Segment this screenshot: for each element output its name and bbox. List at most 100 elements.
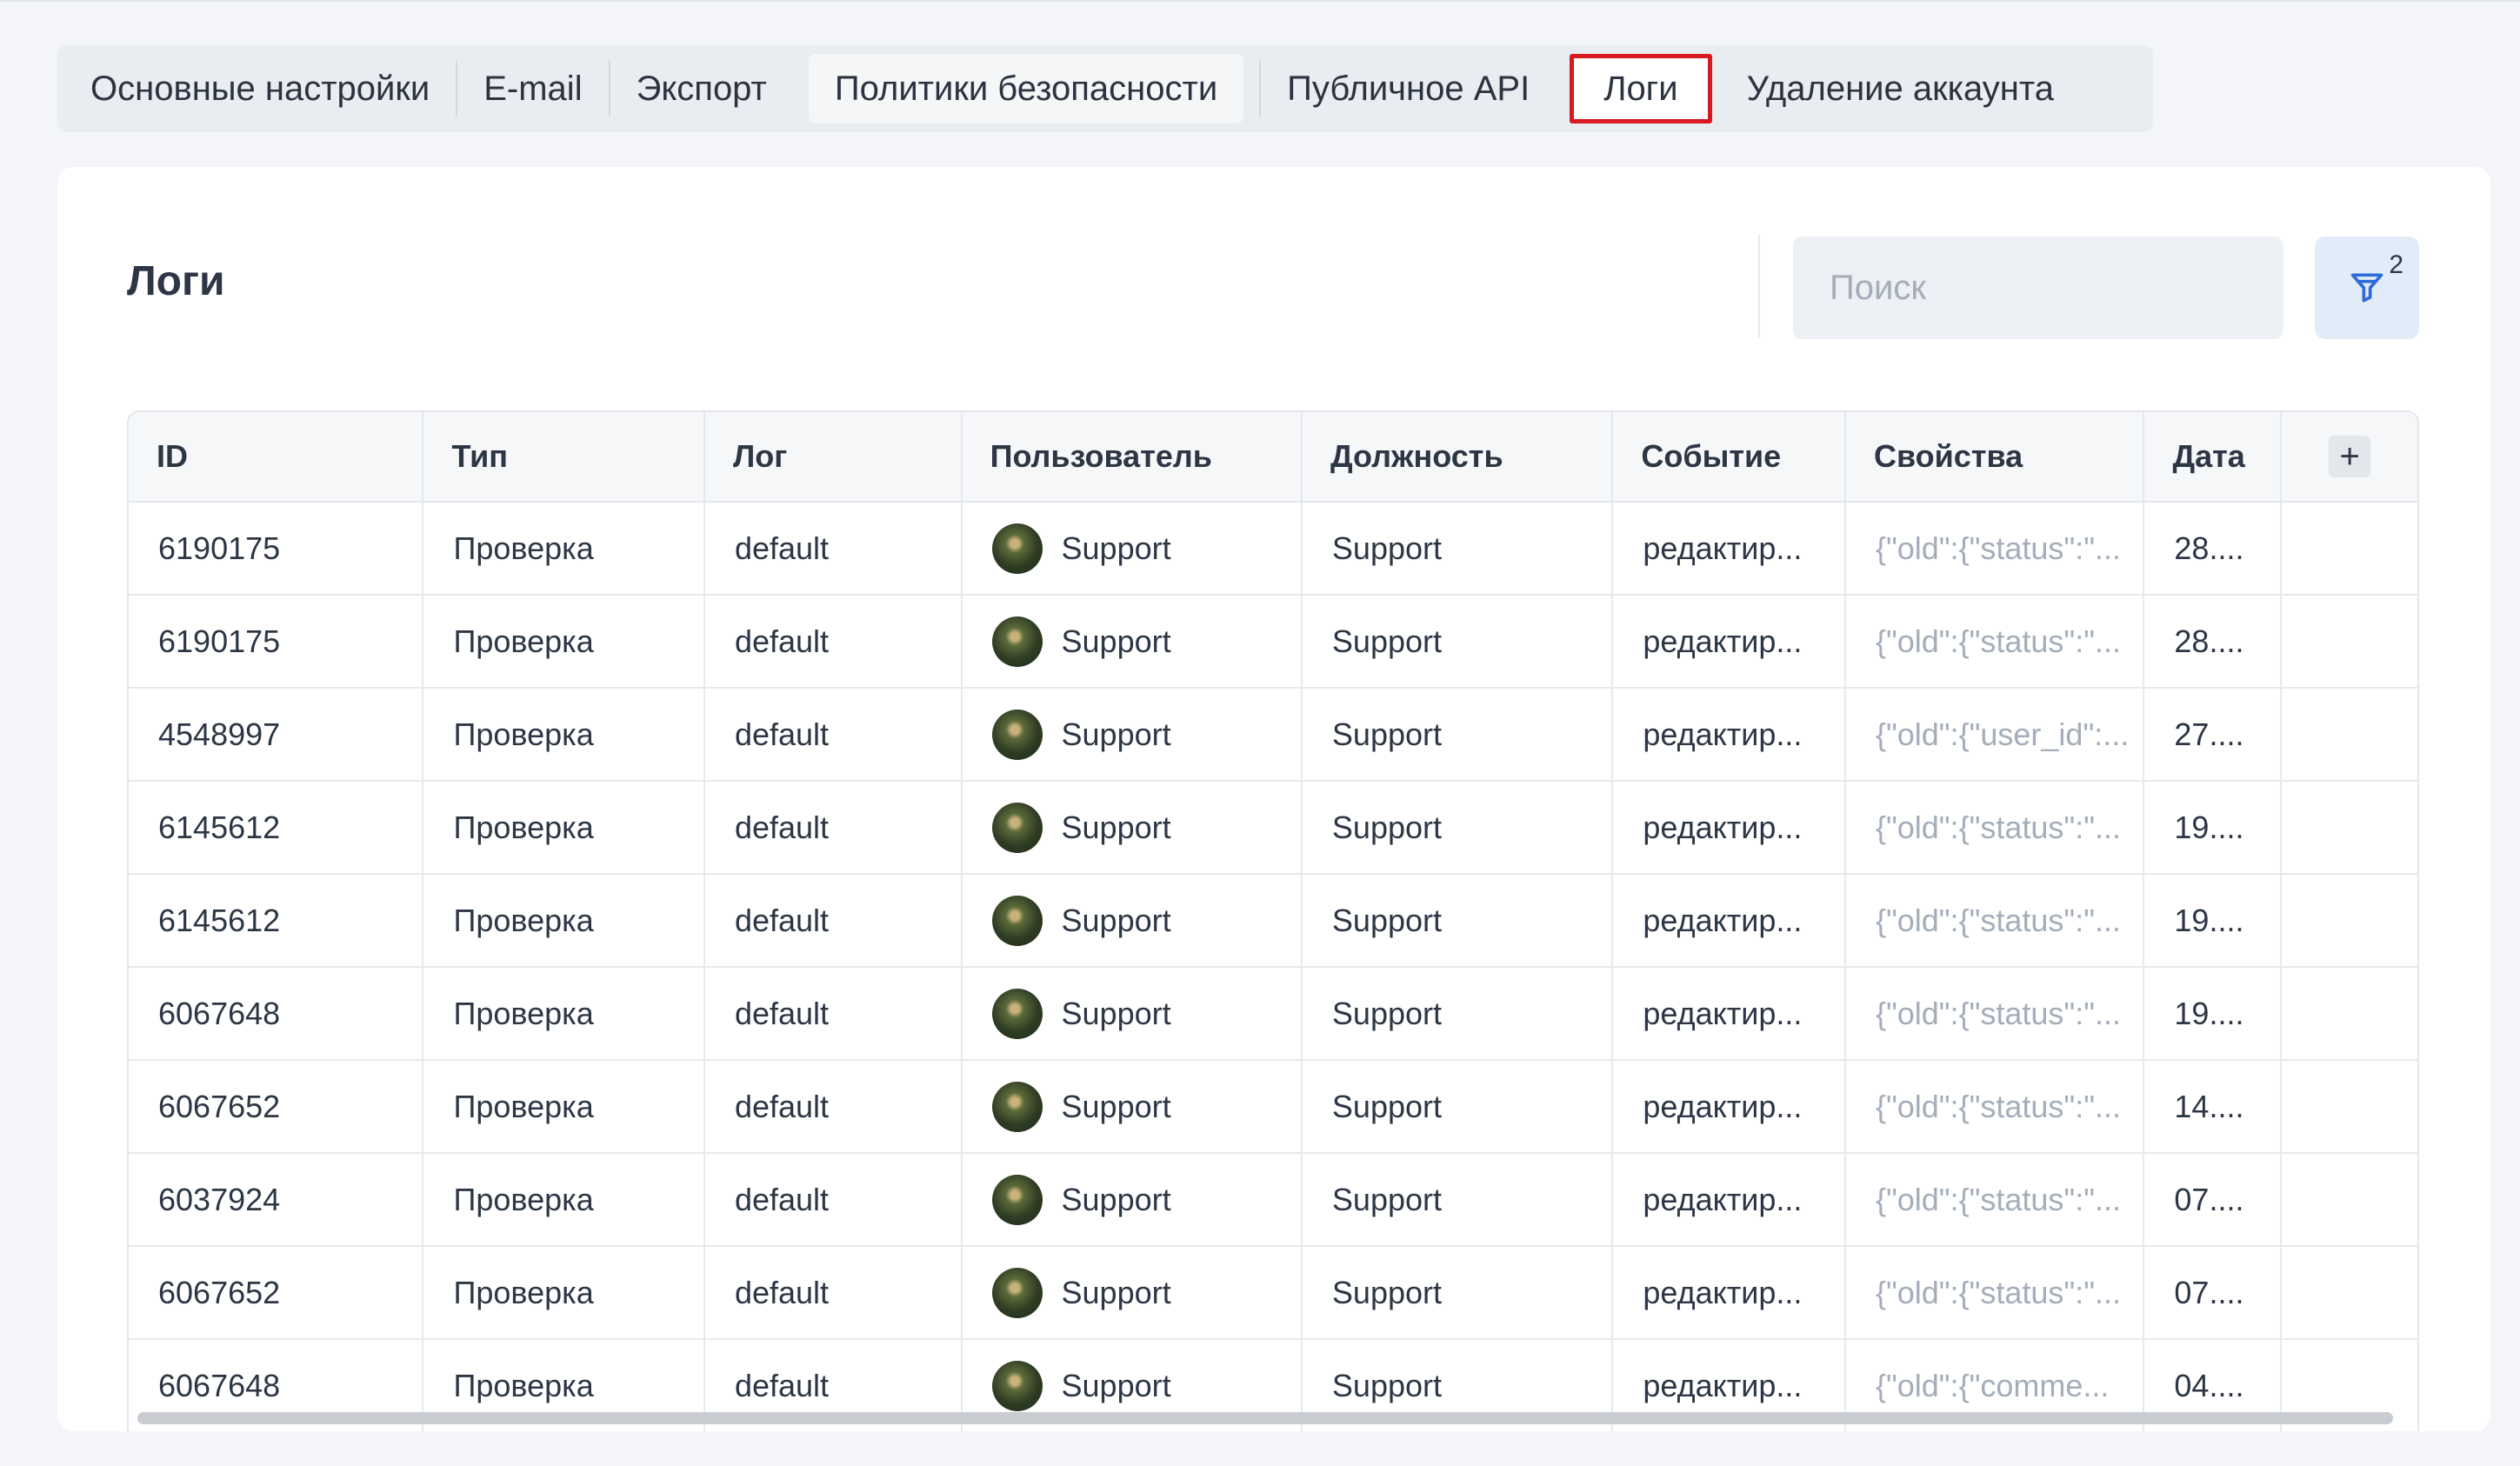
cell-position-text: Support (1331, 1367, 1442, 1403)
cell-position: Support (1303, 596, 1614, 687)
cell-log-text: default (734, 1367, 830, 1403)
cell-type-text: Проверка (453, 1274, 594, 1310)
cell-event-text: редактир... (1643, 995, 1803, 1031)
cell-log: default (705, 1247, 963, 1338)
cell-event-text: редактир... (1643, 716, 1803, 752)
cell-position-text: Support (1331, 716, 1442, 752)
tab-delete-account[interactable]: Удаление аккаунта (1721, 54, 2080, 123)
cell-date-text: 19.... (2174, 995, 2244, 1031)
cell-date-text: 07.... (2174, 1274, 2244, 1310)
cell-log: default (705, 875, 963, 966)
table-row[interactable]: 6145612 Проверка default Support Support реда… (129, 782, 2417, 875)
filter-button[interactable]: 2 (2315, 237, 2419, 339)
column-header-user[interactable]: Пользователь (963, 412, 1303, 501)
cell-user: Support (963, 1247, 1303, 1338)
cell-position-text: Support (1331, 902, 1442, 938)
tab-export[interactable]: Экспорт (610, 54, 793, 123)
cell-id-text: 4548997 (158, 716, 281, 752)
column-header-date[interactable]: Дата (2144, 412, 2283, 501)
logs-table: ID Тип Лог Пользователь Должность Событи… (127, 410, 2419, 1431)
column-header-id[interactable]: ID (129, 412, 424, 501)
cell-position-text: Support (1331, 1181, 1442, 1217)
cell-user-text: Support (1061, 1088, 1171, 1124)
avatar (991, 895, 1043, 946)
cell-properties: {"old":{"user_id":... (1846, 689, 2145, 780)
cell-event: редактир... (1613, 1154, 1846, 1245)
table-row[interactable]: 6145612 Проверка default Support Support реда… (129, 875, 2417, 968)
column-header-position[interactable]: Должность (1303, 412, 1614, 501)
avatar (991, 988, 1043, 1039)
tab-label: Основные настройки (90, 69, 430, 108)
cell-properties: {"old":{"status":"... (1846, 596, 2145, 687)
cell-position: Support (1303, 968, 1614, 1059)
table-row[interactable]: 6067648 Проверка default Support Support реда… (129, 968, 2417, 1061)
column-header-properties[interactable]: Свойства (1846, 412, 2145, 501)
cell-event: редактир... (1613, 1247, 1846, 1338)
cell-id: 6190175 (129, 596, 424, 687)
cell-position-text: Support (1331, 809, 1442, 845)
avatar (991, 1360, 1043, 1411)
add-column-cell: + (2282, 412, 2417, 501)
tab-label: Экспорт (636, 69, 767, 108)
cell-id-text: 6145612 (158, 809, 281, 845)
cell-empty (2282, 689, 2417, 780)
tab-public-api[interactable]: Публичное API (1261, 54, 1556, 123)
tab-label: Удаление аккаунта (1746, 69, 2055, 108)
cell-properties-text: {"old":{"status":"... (1875, 1181, 2121, 1217)
cell-position: Support (1303, 1061, 1614, 1152)
cell-position: Support (1303, 689, 1614, 780)
cell-type: Проверка (423, 596, 705, 687)
cell-type-text: Проверка (453, 1181, 594, 1217)
column-header-log[interactable]: Лог (705, 412, 963, 501)
cell-id: 6190175 (129, 503, 424, 594)
table-row[interactable]: 6067652 Проверка default Support Support реда… (129, 1247, 2417, 1340)
cell-position: Support (1303, 875, 1614, 966)
cell-log: default (705, 1061, 963, 1152)
cell-properties: {"old":{"status":"... (1846, 1061, 2145, 1152)
tab-security-policies[interactable]: Политики безопасности (808, 54, 1244, 123)
cell-id: 6067652 (129, 1061, 424, 1152)
column-header-type[interactable]: Тип (423, 412, 705, 501)
cell-user: Support (963, 782, 1303, 873)
table-row[interactable]: 6190175 Проверка default Support Support реда… (129, 503, 2417, 596)
cell-date: 28.... (2144, 596, 2283, 687)
table-row[interactable]: 6037924 Проверка default Support Support реда… (129, 1154, 2417, 1247)
cell-position-text: Support (1331, 1088, 1442, 1124)
cell-id: 6145612 (129, 782, 424, 873)
cell-user-text: Support (1061, 1274, 1171, 1310)
cell-position-text: Support (1331, 995, 1442, 1031)
add-column-button[interactable]: + (2329, 436, 2371, 477)
table-row[interactable]: 4548997 Проверка default Support Support реда… (129, 689, 2417, 782)
table-row[interactable]: 6190175 Проверка default Support Support реда… (129, 596, 2417, 689)
table-row[interactable]: 6067652 Проверка default Support Support реда… (129, 1061, 2417, 1154)
cell-id: 6145612 (129, 875, 424, 966)
horizontal-scrollbar[interactable] (137, 1412, 2393, 1424)
search-input[interactable] (1793, 237, 2283, 339)
cell-date: 07.... (2144, 1154, 2283, 1245)
cell-log-text: default (734, 902, 830, 938)
cell-log: default (705, 782, 963, 873)
cell-id-text: 6190175 (158, 623, 281, 659)
cell-log-text: default (734, 716, 830, 752)
cell-properties-text: {"old":{"status":"... (1875, 530, 2121, 566)
cell-log-text: default (734, 1274, 830, 1310)
cell-properties-text: {"old":{"status":"... (1875, 1088, 2121, 1124)
cell-user: Support (963, 968, 1303, 1059)
tab-label: E-mail (483, 69, 583, 108)
cell-id: 6067648 (129, 968, 424, 1059)
page-title: Логи (127, 258, 225, 304)
tab-logs[interactable]: Логи (1570, 54, 1712, 123)
cell-type-text: Проверка (453, 809, 594, 845)
tab-email[interactable]: E-mail (457, 54, 608, 123)
cell-empty (2282, 782, 2417, 873)
cell-date: 19.... (2144, 782, 2283, 873)
cell-properties-text: {"old":{"status":"... (1875, 623, 2121, 659)
cell-log-text: default (734, 1181, 830, 1217)
column-header-event[interactable]: Событие (1613, 412, 1847, 501)
cell-event-text: редактир... (1643, 1274, 1803, 1310)
cell-position-text: Support (1331, 1274, 1442, 1310)
tab-general-settings[interactable]: Основные настройки (64, 54, 456, 123)
cell-date-text: 28.... (2174, 530, 2244, 566)
cell-date: 07.... (2144, 1247, 2283, 1338)
cell-event-text: редактир... (1643, 530, 1803, 566)
